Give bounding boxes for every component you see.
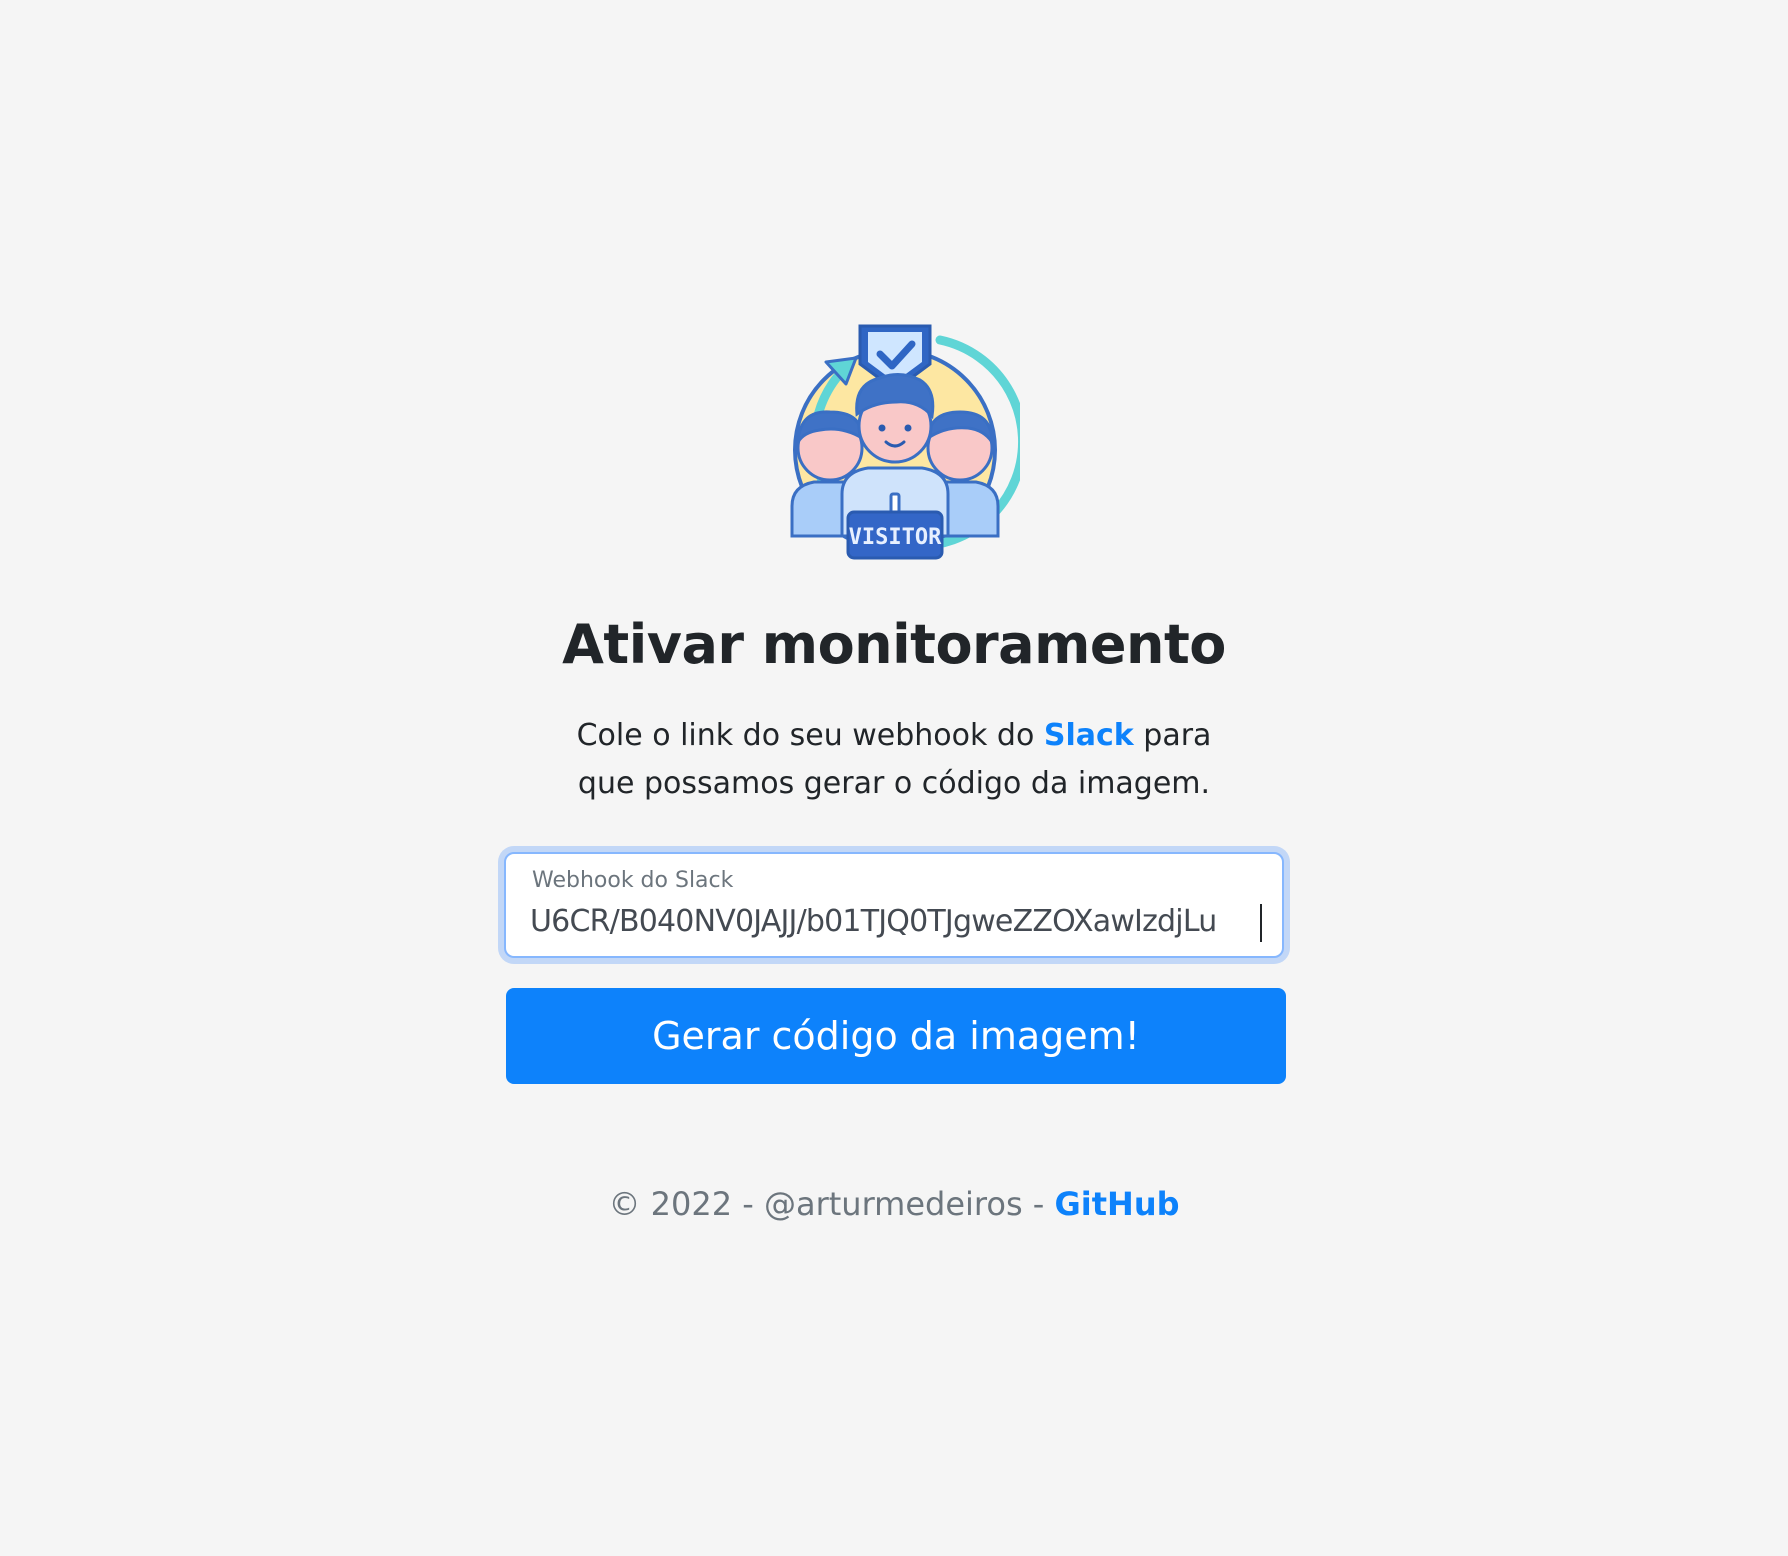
page: VISITOR Ativar monitoramento Cole o link…: [0, 0, 1788, 1556]
footer: © 2022 - @arturmedeiros - GitHub: [0, 1180, 1788, 1228]
description: Cole o link do seu webhook do Slack para…: [544, 712, 1244, 808]
visitor-monitoring-illustration: VISITOR: [790, 324, 1020, 560]
github-link[interactable]: GitHub: [1055, 1185, 1180, 1223]
footer-text: © 2022 - @arturmedeiros -: [608, 1185, 1055, 1223]
slack-link[interactable]: Slack: [1044, 718, 1134, 753]
webhook-input-label: Webhook do Slack: [532, 868, 734, 893]
description-text-before: Cole o link do seu webhook do: [576, 718, 1044, 753]
visitor-badge-text: VISITOR: [849, 525, 942, 550]
webhook-input-value[interactable]: U6CR/B040NV0JAJJ/b01TJQ0TJgweZZOXawIzdjL…: [530, 904, 1264, 939]
webhook-input[interactable]: Webhook do Slack U6CR/B040NV0JAJJ/b01TJQ…: [504, 852, 1284, 958]
page-title: Ativar monitoramento: [562, 613, 1226, 676]
generate-code-button[interactable]: Gerar código da imagem!: [506, 988, 1286, 1084]
text-caret: [1260, 904, 1262, 942]
